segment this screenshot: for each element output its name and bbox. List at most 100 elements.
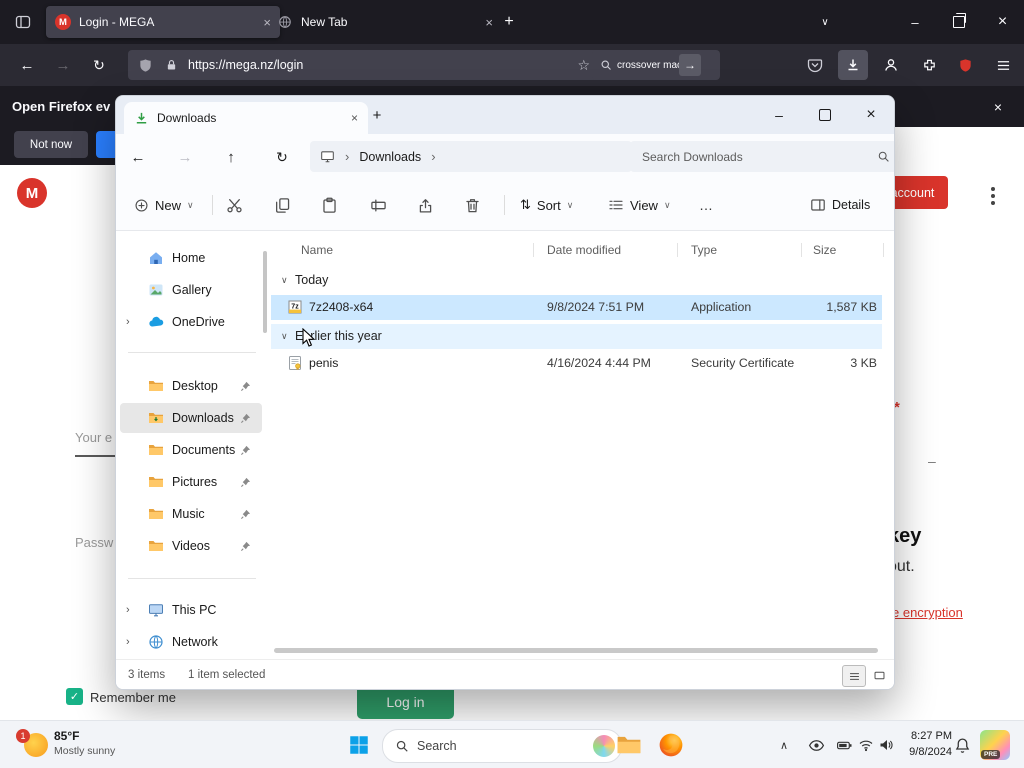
mega-logo[interactable]: M [17,178,47,208]
explorer-search-box[interactable]: Search Downloads [630,141,894,172]
url-text[interactable]: https://mega.nz/login [188,58,577,72]
column-date-modified[interactable]: Date modified [547,243,621,257]
more-options-button[interactable]: … [690,189,722,221]
group-header-earlier-this-year[interactable]: ∨ Earlier this year [271,324,882,349]
chevron-right-icon[interactable]: › [126,604,130,616]
sidebar-item-pictures[interactable]: Pictures [120,467,262,497]
column-divider[interactable] [533,243,534,257]
column-name[interactable]: Name [301,243,333,257]
start-button[interactable] [342,728,376,762]
tab-list-chevron-icon[interactable]: ∨ [812,9,838,35]
tray-eye-icon[interactable] [804,733,828,757]
taskbar-firefox-icon[interactable] [654,728,688,762]
tab-close-icon[interactable]: × [485,15,493,30]
forward-button[interactable]: → [48,50,78,80]
tray-chevron-up-icon[interactable]: ∧ [772,733,796,757]
column-divider[interactable] [883,243,884,257]
not-now-button[interactable]: Not now [14,131,88,158]
explorer-forward-button[interactable]: → [169,141,201,173]
shield-icon[interactable] [138,58,153,73]
sidebar-scrollbar[interactable] [263,251,267,333]
chevron-right-icon[interactable]: › [126,316,130,328]
chevron-right-icon[interactable]: › [126,636,130,648]
sidebar-item-music[interactable]: Music [120,499,262,529]
window-close-button[interactable]: × [981,0,1024,44]
explorer-tab-downloads[interactable]: Downloads × [124,102,368,134]
bookmark-star-icon[interactable]: ☆ [577,57,590,74]
battery-icon[interactable] [832,733,856,757]
extensions-puzzle-icon[interactable] [914,50,944,80]
taskbar-clock[interactable]: 8:27 PM 9/8/2024 [892,728,952,760]
taskbar-search-box[interactable]: Search [382,729,622,763]
url-bar[interactable]: https://mega.nz/login ☆ [128,50,600,80]
share-button[interactable] [409,189,441,221]
sort-button[interactable]: ⇅ Sort ∨ [512,189,581,221]
lock-icon[interactable] [165,58,178,72]
file-row-7z2408-x64[interactable]: 7z 7z2408-x64 9/8/2024 7:51 PM Applicati… [271,295,882,320]
firefox-view-icon[interactable] [10,10,36,34]
rename-button[interactable] [362,189,394,221]
browser-tab-newtab[interactable]: New Tab × [268,6,502,38]
breadcrumb[interactable]: › Downloads › [310,141,632,172]
explorer-maximize-button[interactable] [802,96,848,134]
downloads-icon[interactable] [838,50,868,80]
column-type[interactable]: Type [691,243,717,257]
view-button[interactable]: View ∨ [600,189,679,221]
new-tab-button[interactable]: + [496,9,522,35]
new-button[interactable]: New ∨ [126,189,202,221]
back-button[interactable]: ← [12,50,42,80]
account-icon[interactable] [876,50,906,80]
pocket-icon[interactable] [800,50,830,80]
chevron-down-icon[interactable]: ∨ [281,324,288,349]
reload-button[interactable]: ↻ [84,50,114,80]
explorer-search-placeholder: Search Downloads [642,149,743,164]
delete-button[interactable] [456,189,488,221]
sidebar-item-videos[interactable]: Videos [120,531,262,561]
ublock-shield-icon[interactable] [950,50,980,80]
notification-bell-icon[interactable] [950,733,974,757]
window-minimize-button[interactable]: – [893,0,937,44]
search-query-text[interactable]: crossover mac dow [617,60,679,71]
breadcrumb-folder[interactable]: Downloads [359,150,421,164]
file-row-penis[interactable]: penis 4/16/2024 4:44 PM Security Certifi… [271,351,882,376]
explorer-refresh-button[interactable]: ↻ [266,141,298,173]
search-go-button[interactable]: → [679,54,701,76]
explorer-minimize-button[interactable]: – [756,96,802,134]
sidebar-item-network[interactable]: › Network [120,627,262,657]
horizontal-scrollbar[interactable] [274,648,878,653]
copy-button[interactable] [266,189,298,221]
paste-button[interactable] [313,189,345,221]
explorer-tab-close-icon[interactable]: × [351,111,358,125]
details-view-toggle[interactable] [842,665,866,687]
search-bar[interactable]: crossover mac dow → [592,50,720,80]
remember-me-checkbox[interactable]: ✓ [66,688,83,705]
column-divider[interactable] [801,243,802,257]
explorer-back-button[interactable]: ← [122,141,154,173]
cut-button[interactable] [218,189,250,221]
sidebar-item-home[interactable]: Home [120,243,262,273]
sidebar-item-documents[interactable]: Documents [120,435,262,465]
column-size[interactable]: Size [813,243,836,257]
column-divider[interactable] [677,243,678,257]
group-header-today[interactable]: ∨ Today [271,268,882,293]
weather-widget[interactable]: 1 85°F Mostly sunny [6,723,166,767]
notification-close-icon[interactable]: × [986,95,1010,119]
sidebar-item-onedrive[interactable]: › OneDrive [120,307,262,337]
details-pane-button[interactable]: Details [802,189,878,221]
sidebar-item-gallery[interactable]: Gallery [120,275,262,305]
encryption-link[interactable]: e encryption [892,605,963,620]
menu-hamburger-icon[interactable] [988,50,1018,80]
sidebar-item-downloads[interactable]: Downloads [120,403,262,433]
browser-tab-mega[interactable]: M Login - MEGA × [46,6,280,38]
chevron-down-icon[interactable]: ∨ [281,268,288,293]
explorer-up-button[interactable]: ↑ [215,141,247,173]
sidebar-item-this-pc[interactable]: › This PC [120,595,262,625]
taskbar-file-explorer-icon[interactable] [612,728,646,762]
tray-app-icon-pre[interactable]: PRE [980,730,1010,760]
explorer-new-tab-button[interactable]: + [362,96,392,134]
explorer-close-button[interactable]: × [848,96,894,134]
large-icons-view-toggle[interactable] [868,665,890,685]
window-restore-button[interactable] [937,0,981,44]
kebab-menu-icon[interactable] [991,187,995,191]
sidebar-item-desktop[interactable]: Desktop [120,371,262,401]
